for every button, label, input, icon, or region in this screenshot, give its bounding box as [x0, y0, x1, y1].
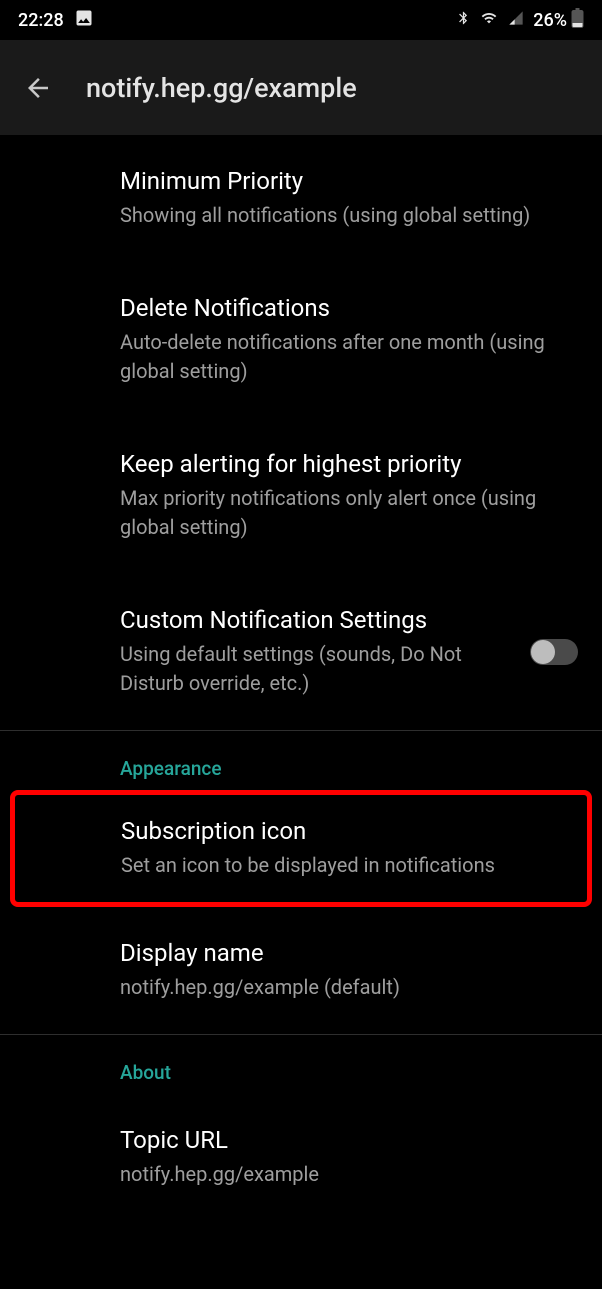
- setting-keep-alerting[interactable]: Keep alerting for highest priority Max p…: [0, 418, 602, 574]
- setting-title: Minimum Priority: [120, 167, 578, 195]
- toggle-thumb: [531, 640, 555, 664]
- setting-subtitle: Set an icon to be displayed in notificat…: [121, 851, 573, 880]
- arrow-back-icon: [23, 73, 53, 103]
- setting-subtitle: Showing all notifications (using global …: [120, 201, 578, 230]
- setting-title: Topic URL: [120, 1126, 578, 1154]
- battery-section: 26%: [533, 8, 584, 33]
- section-header-about: About: [0, 1035, 602, 1094]
- app-title: notify.hep.gg/example: [86, 72, 357, 104]
- setting-title: Delete Notifications: [120, 294, 578, 322]
- setting-minimum-priority[interactable]: Minimum Priority Showing all notificatio…: [0, 135, 602, 262]
- bluetooth-icon: [456, 9, 471, 32]
- battery-icon: [571, 8, 584, 33]
- status-right: 26%: [456, 8, 584, 33]
- setting-delete-notifications[interactable]: Delete Notifications Auto-delete notific…: [0, 262, 602, 418]
- setting-title: Subscription icon: [121, 817, 573, 845]
- settings-list: Minimum Priority Showing all notificatio…: [0, 135, 602, 1221]
- setting-subtitle: notify.hep.gg/example (default): [120, 973, 578, 1002]
- battery-percent: 26%: [533, 10, 567, 31]
- status-time: 22:28: [18, 10, 64, 31]
- setting-subtitle: notify.hep.gg/example: [120, 1160, 578, 1189]
- image-icon: [74, 8, 94, 33]
- setting-subtitle: Auto-delete notifications after one mont…: [120, 328, 578, 386]
- section-header-appearance: Appearance: [0, 731, 602, 790]
- setting-topic-url[interactable]: Topic URL notify.hep.gg/example: [0, 1094, 602, 1221]
- setting-title: Custom Notification Settings: [120, 606, 510, 634]
- setting-subscription-icon[interactable]: Subscription icon Set an icon to be disp…: [10, 790, 592, 907]
- setting-display-name[interactable]: Display name notify.hep.gg/example (defa…: [0, 907, 602, 1034]
- setting-title: Display name: [120, 939, 578, 967]
- setting-subtitle: Using default settings (sounds, Do Not D…: [120, 640, 510, 698]
- setting-title: Keep alerting for highest priority: [120, 450, 578, 478]
- status-left: 22:28: [18, 8, 94, 33]
- setting-subtitle: Max priority notifications only alert on…: [120, 484, 578, 542]
- wifi-icon: [479, 10, 499, 31]
- app-bar: notify.hep.gg/example: [0, 40, 602, 135]
- signal-icon: [507, 10, 525, 31]
- back-button[interactable]: [20, 70, 56, 106]
- status-bar: 22:28 26%: [0, 0, 602, 40]
- setting-custom-notification[interactable]: Custom Notification Settings Using defau…: [0, 574, 602, 730]
- custom-notification-toggle[interactable]: [530, 639, 578, 665]
